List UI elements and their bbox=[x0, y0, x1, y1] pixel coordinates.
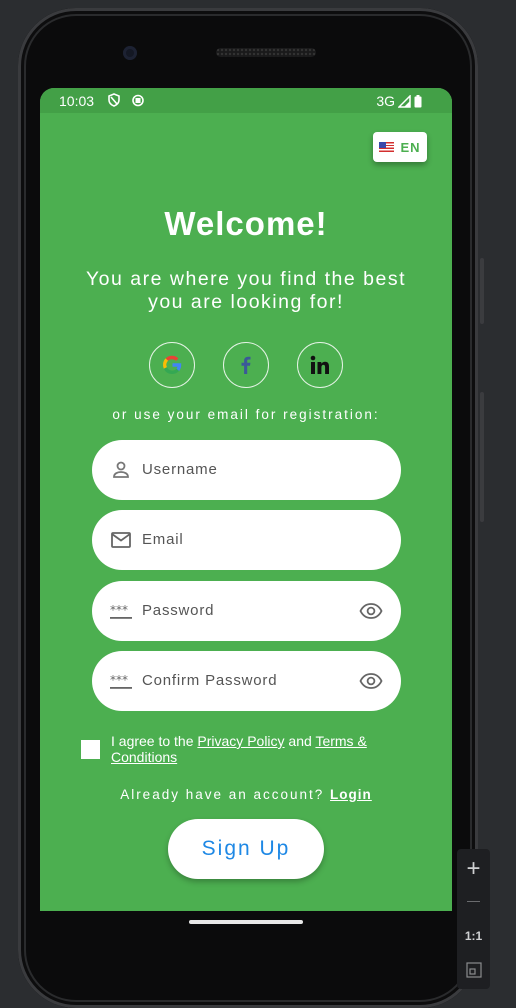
volume-button bbox=[480, 258, 484, 324]
mail-icon bbox=[111, 532, 131, 548]
facebook-signin-button[interactable] bbox=[223, 342, 269, 388]
svg-text:***: *** bbox=[110, 603, 128, 617]
page-title: Welcome! bbox=[164, 205, 328, 242]
linkedin-signin-button[interactable] bbox=[297, 342, 343, 388]
status-bar: 10:03 3G bbox=[40, 88, 452, 113]
power-button bbox=[480, 392, 484, 522]
network-type: 3G bbox=[376, 93, 395, 109]
login-prompt: Already have an account? Login bbox=[40, 787, 452, 802]
front-camera bbox=[123, 46, 137, 60]
email-input[interactable]: Email bbox=[142, 510, 184, 570]
agreement-text: I agree to the Privacy Policy and Terms … bbox=[111, 733, 411, 765]
svg-text:***: *** bbox=[110, 673, 128, 687]
signal-icon bbox=[398, 94, 411, 108]
username-field[interactable]: Username bbox=[92, 440, 401, 500]
linkedin-icon bbox=[310, 355, 329, 374]
confirm-password-input[interactable]: Confirm Password bbox=[142, 651, 277, 711]
agree-checkbox[interactable] bbox=[81, 740, 100, 759]
status-time: 10:03 bbox=[59, 93, 95, 109]
password-field[interactable]: *** Password bbox=[92, 581, 401, 641]
google-icon bbox=[163, 355, 182, 375]
confirm-password-field[interactable]: *** Confirm Password bbox=[92, 651, 401, 711]
eye-icon[interactable] bbox=[359, 669, 383, 693]
actual-size-button[interactable]: 1:1 bbox=[457, 929, 490, 943]
google-signin-button[interactable] bbox=[149, 342, 195, 388]
zoom-out-icon[interactable] bbox=[457, 887, 490, 902]
agreement-and: and bbox=[284, 733, 316, 749]
shield-icon bbox=[107, 93, 121, 110]
password-input[interactable]: Password bbox=[142, 581, 214, 641]
sign-up-button[interactable]: Sign Up bbox=[168, 819, 324, 879]
language-selector[interactable]: EN bbox=[373, 132, 427, 162]
email-field[interactable]: Email bbox=[92, 510, 401, 570]
page-subtitle: You are where you find the best you are … bbox=[85, 268, 407, 313]
facebook-icon bbox=[241, 356, 251, 374]
password-dots-icon: *** bbox=[110, 603, 132, 619]
login-link[interactable]: Login bbox=[330, 787, 372, 802]
zoom-in-icon[interactable]: + bbox=[457, 855, 490, 883]
agreement-prefix: I agree to the bbox=[111, 733, 198, 749]
app-screen: 10:03 3G EN Welcome! You are where you f… bbox=[40, 88, 452, 911]
password-dots-icon: *** bbox=[110, 673, 132, 689]
email-registration-hint: or use your email for registration: bbox=[112, 407, 380, 422]
privacy-policy-link[interactable]: Privacy Policy bbox=[197, 733, 284, 749]
emulator-zoom-panel: + 1:1 bbox=[457, 849, 490, 989]
network-indicator: 3G bbox=[376, 93, 422, 109]
speaker-grille bbox=[216, 48, 316, 57]
fit-screen-icon[interactable] bbox=[457, 962, 490, 983]
home-indicator[interactable] bbox=[189, 920, 303, 924]
eye-icon[interactable] bbox=[359, 599, 383, 623]
data-saver-icon bbox=[131, 93, 145, 110]
battery-icon bbox=[414, 94, 422, 107]
language-code: EN bbox=[400, 139, 421, 155]
login-prompt-text: Already have an account? bbox=[120, 787, 331, 802]
us-flag-icon bbox=[379, 142, 395, 152]
username-input[interactable]: Username bbox=[142, 440, 218, 500]
person-icon bbox=[113, 461, 129, 478]
